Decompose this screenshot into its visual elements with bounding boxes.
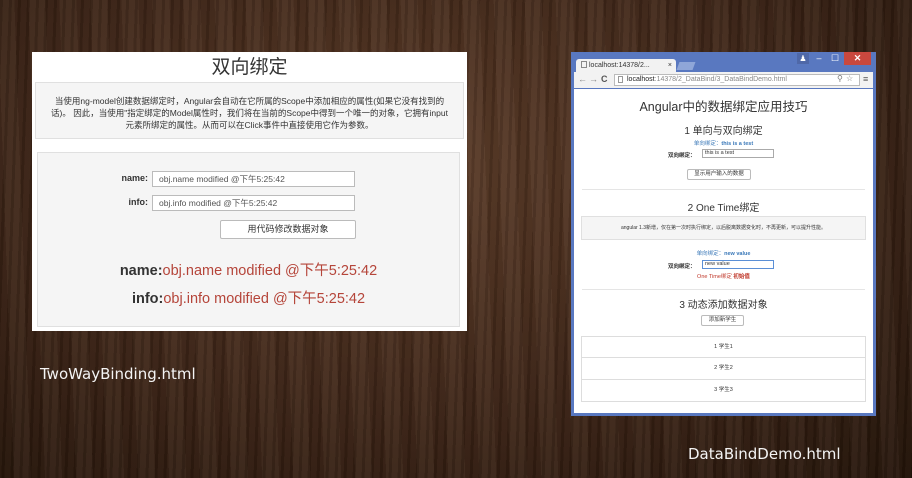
browser-toolbar: ← → C localhost:14378/2_DataBind/3_DataB… [574,72,873,88]
info-display-value: obj.info modified @下午5:25:42 [163,291,366,307]
left-caption: TwoWayBinding.html [40,365,196,383]
tab-title: localhost:14378/2... [589,62,650,69]
search-icon[interactable]: ⚲ [837,75,843,84]
two-way-binding-screenshot: 双向绑定 当使用ng-model创建数据绑定时，Angular会自动在它所属的S… [32,52,467,331]
name-row: name: obj.name modified @下午5:25:42 [38,171,459,189]
modify-object-button[interactable]: 用代码修改数据对象 [220,220,356,239]
info-row: info: obj.info modified @下午5:25:42 [38,195,459,213]
s2-oneway-value: new value [724,251,751,257]
list-item: 1 学生1 [581,336,866,358]
s2-note-box: angular 1.3新增，仅在第一次时执行绑定，以后脱离数据变化时，不再更新，… [581,216,866,240]
student-list: 1 学生1 2 学生2 3 学生3 [581,336,866,402]
minimize-button[interactable]: – [811,52,827,65]
url-path: :14378/2_DataBind/3_DataBindDemo.html [654,76,787,83]
add-student-button[interactable]: 添加新学生 [701,315,744,326]
page-content: Angular中的数据绑定应用技巧 1 单向与双向绑定 单向绑定：this is… [574,89,873,413]
menu-icon[interactable]: ≡ [863,74,868,84]
s2-twoway-label: 双向绑定： [668,264,696,270]
close-button[interactable]: ✕ [844,52,871,65]
s2-onetime-label: One Time绑定 [697,274,732,280]
section3-title: 3 动态添加数据对象 [679,300,768,311]
s2-twoway-input[interactable]: new value [702,260,774,269]
divider [582,189,865,190]
section2-title: 2 One Time绑定 [687,203,760,214]
s1-twoway-input[interactable]: this is a test [702,149,774,158]
info-input[interactable]: obj.info modified @下午5:25:42 [152,195,355,211]
name-input[interactable]: obj.name modified @下午5:25:42 [152,171,355,187]
new-tab-button[interactable] [676,62,696,70]
demo-title: Angular中的数据绑定应用技巧 [639,100,808,114]
back-icon[interactable]: ← [578,74,587,84]
reload-icon[interactable]: C [601,74,608,84]
show-input-button[interactable]: 显示用户输入的数据 [687,169,751,180]
tab-bar: localhost:14378/2... × ♟ – ☐ ✕ [571,52,876,72]
s1-twoway-label: 双向绑定： [668,153,696,159]
info-display: info:obj.info modified @下午5:25:42 [38,287,459,308]
description-line-2: 话)。 因此，当使用"指定绑定的Model属性时，我们将在当前的Scope中得到… [51,108,448,118]
name-display-label: name: [119,263,163,279]
s1-oneway-label: 单向绑定： [693,141,722,147]
s2-oneway-line: 单向绑定：new value [574,249,873,257]
binding-form: name: obj.name modified @下午5:25:42 info:… [37,152,460,327]
tab-close-icon[interactable]: × [668,59,672,72]
list-item: 2 学生2 [581,358,866,380]
description-line-3: 元素所绑定的属性。从而可以在Click事件中直接使用它作为参数。 [125,120,374,130]
page-icon [618,76,623,83]
info-display-label: info: [131,291,164,307]
list-item: 3 学生3 [581,380,866,402]
url-host: localhost [627,76,655,83]
s2-onetime-line: One Time绑定 初始值 [574,272,873,280]
description-box: 当使用ng-model创建数据绑定时，Angular会自动在它所属的Scope中… [35,82,464,139]
s1-oneway-line: 单向绑定：this is a test [574,139,873,147]
user-icon[interactable]: ♟ [797,53,809,64]
page-title: 双向绑定 [211,56,288,78]
divider [582,289,865,290]
s1-oneway-value: this is a test [721,141,754,147]
name-label: name: [121,173,148,183]
address-bar[interactable]: localhost:14378/2_DataBind/3_DataBindDem… [614,74,860,86]
info-label: info: [128,197,149,207]
browser-tab[interactable]: localhost:14378/2... × [576,59,676,72]
section1-title: 1 单向与双向绑定 [684,126,763,137]
s2-onetime-value: 初始值 [733,274,750,280]
description-line-1: 当使用ng-model创建数据绑定时，Angular会自动在它所属的Scope中… [54,96,445,106]
maximize-button[interactable]: ☐ [827,52,843,65]
page-icon [581,61,587,68]
right-caption: DataBindDemo.html [688,445,841,463]
s2-oneway-label: 单向绑定： [696,251,725,257]
star-icon[interactable]: ☆ [846,75,853,84]
forward-icon[interactable]: → [589,74,598,84]
name-display: name:obj.name modified @下午5:25:42 [38,259,459,280]
browser-window: localhost:14378/2... × ♟ – ☐ ✕ ← → C loc… [571,52,876,416]
name-display-value: obj.name modified @下午5:25:42 [162,263,378,279]
